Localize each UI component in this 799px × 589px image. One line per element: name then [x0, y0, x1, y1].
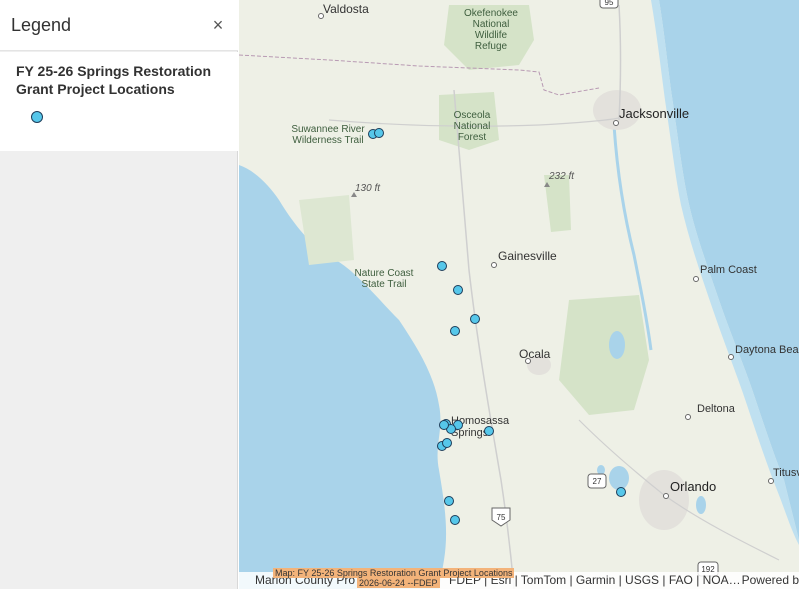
legend-panel: Legend × FY 25-26 Springs Restoration Gr…	[0, 0, 238, 589]
city-label-valdosta: Valdosta	[323, 2, 369, 16]
close-icon[interactable]: ×	[208, 15, 228, 35]
project-location-marker[interactable]	[437, 261, 447, 271]
city-label-titusville: Titusv	[773, 467, 799, 479]
map-view[interactable]: 95 27 75 192 Valdosta Jacksonville Gaine…	[239, 0, 799, 589]
project-location-marker[interactable]	[450, 515, 460, 525]
park-label-okefenokee: Okefenokee National Wildlife Refuge	[464, 8, 518, 52]
city-marker	[728, 354, 734, 360]
project-location-marker[interactable]	[616, 487, 626, 497]
city-label-ocala: Ocala	[519, 347, 551, 361]
city-label-jacksonville: Jacksonville	[619, 106, 690, 121]
park-label-osceola: Osceola National Forest	[453, 110, 491, 143]
project-location-marker[interactable]	[442, 438, 452, 448]
point-symbol-icon	[31, 111, 43, 123]
legend-header: Legend ×	[0, 0, 238, 51]
project-location-marker[interactable]	[444, 496, 454, 506]
svg-text:75: 75	[497, 513, 506, 522]
tooltip-line-2: 2026-06-24 --FDEP	[357, 578, 440, 588]
tooltip-line-1: Map: FY 25-26 Springs Restoration Grant …	[273, 568, 515, 578]
park-label-suwannee: Suwannee River Wilderness Trail	[291, 124, 365, 146]
route-shield-27: 27	[587, 473, 607, 489]
legend-title: Legend	[11, 15, 72, 35]
project-location-marker[interactable]	[453, 285, 463, 295]
map-tooltip: Map: FY 25-26 Springs Restoration Grant …	[273, 568, 515, 588]
project-location-marker[interactable]	[470, 314, 480, 324]
project-location-marker[interactable]	[484, 426, 494, 436]
city-marker	[663, 493, 669, 499]
city-label-orlando: Orlando	[670, 479, 717, 494]
city-label-daytona-beach: Daytona Beac	[735, 344, 799, 356]
legend-layer-entry: FY 25-26 Springs Restoration Grant Proje…	[0, 52, 238, 151]
layer-title: FY 25-26 Springs Restoration Grant Proje…	[16, 63, 212, 97]
project-location-marker[interactable]	[450, 326, 460, 336]
route-shield-95: 95	[599, 0, 619, 9]
project-location-marker[interactable]	[374, 128, 384, 138]
city-label-palm-coast: Palm Coast	[700, 264, 757, 276]
powered-by-link[interactable]: Powered b	[742, 573, 799, 587]
svg-text:95: 95	[605, 0, 614, 7]
project-location-marker[interactable]	[439, 420, 449, 430]
elevation-label: 130 ft	[355, 183, 381, 194]
svg-text:27: 27	[593, 477, 602, 486]
park-label-nature-coast: Nature Coast State Trail	[354, 268, 414, 290]
city-marker	[491, 262, 497, 268]
elevation-label: 232 ft	[549, 171, 575, 182]
basemap: 95 27 75 192	[239, 0, 799, 589]
city-label-deltona: Deltona	[697, 403, 735, 415]
city-marker	[693, 276, 699, 282]
city-marker	[685, 414, 691, 420]
city-label-gainesville: Gainesville	[498, 249, 557, 263]
